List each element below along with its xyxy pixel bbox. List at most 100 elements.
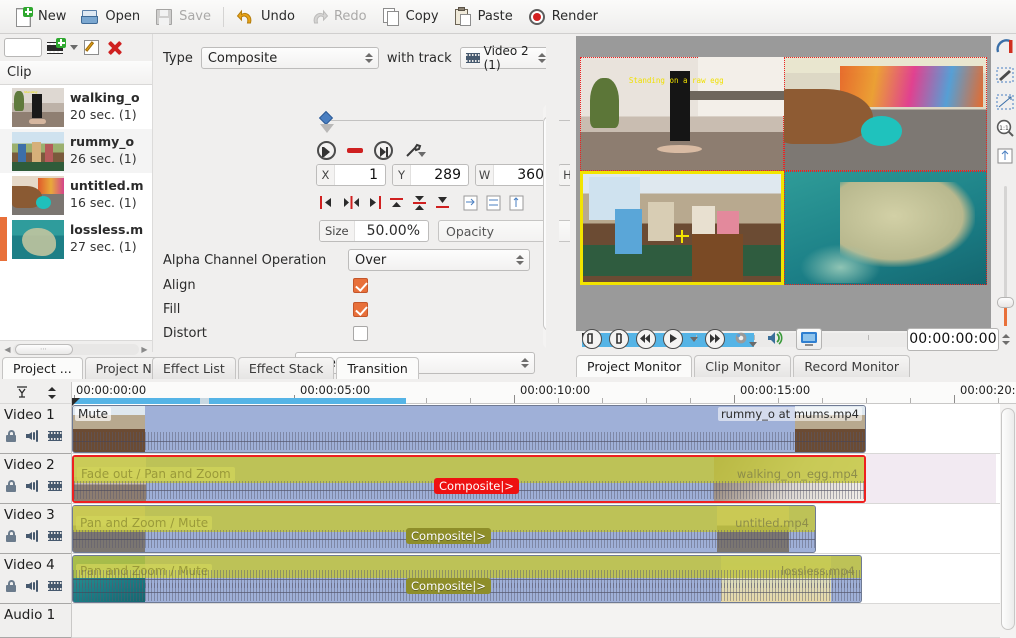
scroll-thumb[interactable] <box>1001 408 1015 630</box>
project-bin-hscrollbar[interactable]: ◀ ⋯ ▶ <box>0 340 152 357</box>
align-hcenter-icon[interactable] <box>342 194 359 211</box>
search-input[interactable] <box>4 38 42 57</box>
track-lane-video4[interactable]: Pan and Zoom / Mute lossless.mp4 Composi… <box>72 554 1000 604</box>
center-outer-scrollbar[interactable] <box>546 34 559 352</box>
list-item[interactable]: lossless.m 27 sec. (1) <box>0 217 152 261</box>
alpha-select[interactable]: Over <box>348 249 530 271</box>
transform-center-handle[interactable] <box>675 230 689 244</box>
chevron-down-icon[interactable] <box>70 45 78 50</box>
edit-mode-icon[interactable] <box>994 67 1016 90</box>
lock-track-icon[interactable] <box>4 530 18 542</box>
save-button[interactable]: Save <box>147 3 218 31</box>
undo-button[interactable]: Undo <box>229 3 302 31</box>
tab-clip-monitor[interactable]: Clip Monitor <box>694 355 792 377</box>
volume-icon[interactable] <box>765 329 785 349</box>
w-field[interactable]: W 360 <box>475 164 552 186</box>
tab-effect-stack[interactable]: Effect Stack <box>237 357 335 379</box>
track-lane-video1[interactable]: Mute rummy_o at mums.mp4 <box>72 404 1000 454</box>
timeline-vscrollbar[interactable] <box>1000 404 1016 638</box>
clip-column-header[interactable]: Clip <box>0 61 152 85</box>
timeline-clip-rummy[interactable]: Mute rummy_o at mums.mp4 <box>72 405 866 453</box>
mute-track-icon[interactable] <box>26 530 40 542</box>
monitor-zoom-slider[interactable] <box>997 186 1014 326</box>
hide-video-icon[interactable] <box>48 430 62 442</box>
track-lane-video2[interactable]: Fade out / Pan and Zoom walking_on_egg.m… <box>72 454 1000 504</box>
fill-checkbox[interactable] <box>353 302 368 317</box>
resize-icon[interactable] <box>994 94 1016 117</box>
paste-button[interactable]: Paste <box>446 3 520 31</box>
copy-button[interactable]: Copy <box>374 3 446 31</box>
size-field[interactable]: Size 50.00% <box>319 220 429 242</box>
edit-clip-icon[interactable] <box>82 38 102 58</box>
align-top-icon[interactable] <box>388 194 405 211</box>
distort-checkbox[interactable] <box>353 326 368 341</box>
monitor-timecode-value[interactable]: 00:00:00:00 <box>907 327 999 351</box>
monitor-cell-untitled[interactable] <box>783 57 987 171</box>
play-icon[interactable] <box>663 329 683 349</box>
add-clip-icon[interactable] <box>46 37 66 58</box>
fullscreen-icon[interactable] <box>796 328 822 350</box>
fit-height-icon[interactable] <box>485 194 502 211</box>
hide-video-icon[interactable] <box>48 480 62 492</box>
monitor-timecode-field[interactable]: 00:00:00:00 <box>907 327 1010 351</box>
scroll-left-icon[interactable]: ◀ <box>2 343 13 356</box>
chevron-updown-icon[interactable] <box>537 53 546 63</box>
track-header-video4[interactable]: Video 4 <box>0 554 71 604</box>
track-header-video1[interactable]: Video 1 <box>0 404 71 454</box>
align-bottom-icon[interactable] <box>434 194 451 211</box>
delete-keyframe-icon[interactable] <box>347 147 363 153</box>
with-track-select[interactable]: Video 2 (1) <box>459 44 552 72</box>
delete-clip-icon[interactable] <box>106 39 124 57</box>
slider-handle[interactable] <box>997 297 1014 308</box>
chevron-updown-icon[interactable] <box>364 53 373 63</box>
lock-track-icon[interactable] <box>4 480 18 492</box>
lock-track-icon[interactable] <box>4 580 18 592</box>
composite-badge[interactable]: Composite|> <box>434 478 519 494</box>
fit-zoom-icon[interactable] <box>994 148 1016 171</box>
monitor-cell-lossless[interactable] <box>783 171 987 285</box>
monitor-video-area[interactable]: Standing on a raw egg <box>576 36 997 347</box>
fit-zoom-icon[interactable] <box>14 385 30 401</box>
settings-gear-icon[interactable] <box>732 329 757 349</box>
monitor-cell-rummy[interactable] <box>580 171 784 285</box>
track-header-video3[interactable]: Video 3 <box>0 504 71 554</box>
x-field[interactable]: X 1 <box>316 164 386 186</box>
open-button[interactable]: Open <box>73 3 147 31</box>
mute-track-icon[interactable] <box>26 480 40 492</box>
hide-video-icon[interactable] <box>48 580 62 592</box>
composite-badge[interactable]: Composite|> <box>406 578 491 594</box>
color-scope-icon[interactable] <box>994 39 1016 63</box>
scroll-track[interactable]: ⋯ <box>13 343 139 355</box>
composite-badge[interactable]: Composite|> <box>406 528 491 544</box>
mute-track-icon[interactable] <box>26 430 40 442</box>
track-header-video2[interactable]: Video 2 <box>0 454 71 504</box>
set-zone-in-icon[interactable] <box>582 329 602 349</box>
timeline-playhead[interactable] <box>72 398 80 406</box>
fit-width-icon[interactable] <box>462 194 479 211</box>
tab-effect-list[interactable]: Effect List <box>152 357 236 379</box>
track-header-audio1[interactable]: Audio 1 <box>0 604 71 638</box>
play-menu-caret-icon[interactable] <box>690 336 698 342</box>
zoom-one-to-one-icon[interactable]: 1:1 <box>994 119 1016 144</box>
timecode-spinner-icon[interactable] <box>1002 333 1010 345</box>
lock-track-icon[interactable] <box>4 430 18 442</box>
redo-button[interactable]: Redo <box>302 3 374 31</box>
tab-project-monitor[interactable]: Project Monitor <box>576 355 693 377</box>
chevron-updown-icon[interactable] <box>516 255 524 265</box>
zoom-level-icon[interactable] <box>44 385 60 401</box>
new-button[interactable]: New <box>6 3 73 31</box>
chevron-updown-icon[interactable] <box>521 358 529 368</box>
keyframe-marker[interactable] <box>318 110 334 126</box>
tab-record-monitor[interactable]: Record Monitor <box>793 355 911 377</box>
align-checkbox[interactable] <box>353 278 368 293</box>
rewind-icon[interactable] <box>636 329 656 349</box>
set-zone-out-icon[interactable] <box>609 329 629 349</box>
y-field[interactable]: Y 289 <box>392 164 469 186</box>
fit-frame-icon[interactable] <box>508 194 525 211</box>
go-to-last-keyframe-icon[interactable] <box>374 140 393 160</box>
align-left-icon[interactable] <box>319 194 336 211</box>
monitor-cell-walking[interactable]: Standing on a raw egg <box>580 57 784 171</box>
hide-video-icon[interactable] <box>48 530 62 542</box>
keyframe-options-icon[interactable] <box>404 140 426 160</box>
forward-icon[interactable] <box>705 329 725 349</box>
